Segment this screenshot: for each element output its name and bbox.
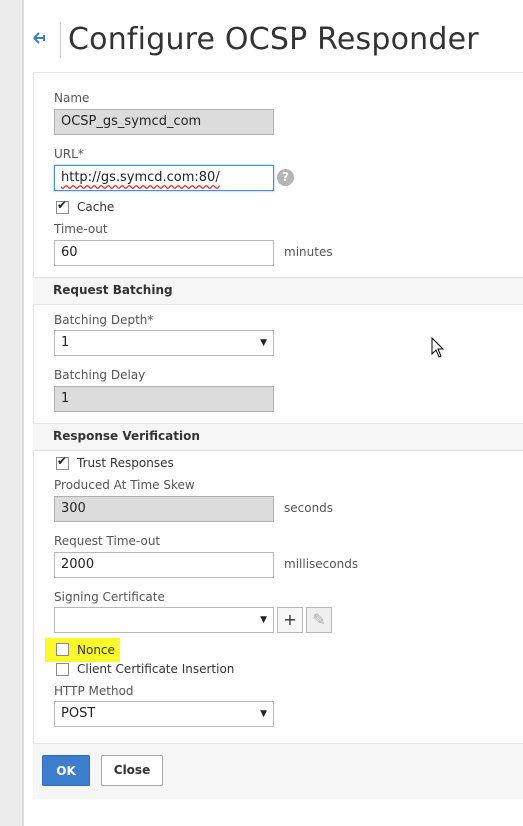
- ok-button[interactable]: OK: [42, 755, 90, 786]
- http-method-label: HTTP Method: [54, 684, 134, 698]
- timeout-label: Time-out: [54, 222, 108, 236]
- nonce-label: Nonce: [77, 643, 115, 657]
- left-edge-divider: [22, 0, 24, 826]
- time-skew-unit: seconds: [284, 501, 334, 515]
- client-cert-label: Client Certificate Insertion: [77, 662, 235, 676]
- close-button[interactable]: Close: [101, 755, 163, 786]
- request-batching-heading: Request Batching: [53, 283, 173, 297]
- mouse-cursor-icon: [431, 337, 445, 358]
- signing-certificate-label: Signing Certificate: [54, 590, 165, 604]
- response-verification-heading: Response Verification: [53, 429, 200, 443]
- url-label: URL*: [54, 147, 84, 161]
- batching-delay-field: 1: [54, 386, 274, 412]
- name-label: Name: [54, 91, 90, 105]
- timeout-unit: minutes: [284, 245, 333, 259]
- time-skew-field: 300: [54, 496, 274, 522]
- page-title: Configure OCSP Responder: [68, 22, 479, 57]
- batching-delay-label: Batching Delay: [54, 368, 146, 382]
- left-edge-strip: [0, 0, 22, 826]
- trust-responses-checkbox[interactable]: [56, 454, 69, 470]
- trust-responses-label: Trust Responses: [77, 456, 174, 470]
- url-field[interactable]: http://gs.symcd.com:80/: [54, 165, 274, 191]
- help-icon[interactable]: ?: [277, 169, 294, 186]
- signing-certificate-select[interactable]: ▼: [54, 607, 274, 633]
- batching-depth-value: 1: [61, 335, 70, 350]
- cache-label: Cache: [77, 200, 115, 214]
- request-timeout-label: Request Time-out: [54, 534, 161, 548]
- title-separator: [60, 22, 61, 58]
- timeout-field[interactable]: 60: [54, 240, 274, 266]
- request-timeout-field[interactable]: 2000: [54, 552, 274, 578]
- response-verification-header: Response Verification: [33, 423, 523, 451]
- batching-depth-select[interactable]: 1 ▼: [54, 330, 274, 356]
- request-batching-header: Request Batching: [33, 277, 523, 305]
- http-method-value: POST: [61, 706, 96, 721]
- client-cert-checkbox[interactable]: [56, 663, 69, 676]
- chevron-down-icon: ▼: [260, 709, 267, 719]
- name-field: OCSP_gs_symcd_com: [54, 109, 274, 135]
- batching-depth-label: Batching Depth*: [54, 313, 154, 327]
- edit-certificate-button[interactable]: ✎: [306, 607, 332, 633]
- request-timeout-unit: milliseconds: [284, 557, 359, 571]
- chevron-down-icon: ▼: [260, 615, 267, 625]
- nonce-checkbox[interactable]: [56, 643, 69, 656]
- chevron-down-icon: ▼: [260, 338, 267, 348]
- add-certificate-button[interactable]: +: [277, 607, 303, 633]
- time-skew-label: Produced At Time Skew: [54, 478, 195, 492]
- http-method-select[interactable]: POST ▼: [54, 701, 274, 727]
- cache-checkbox[interactable]: [56, 198, 69, 214]
- back-arrow-icon[interactable]: [31, 30, 49, 48]
